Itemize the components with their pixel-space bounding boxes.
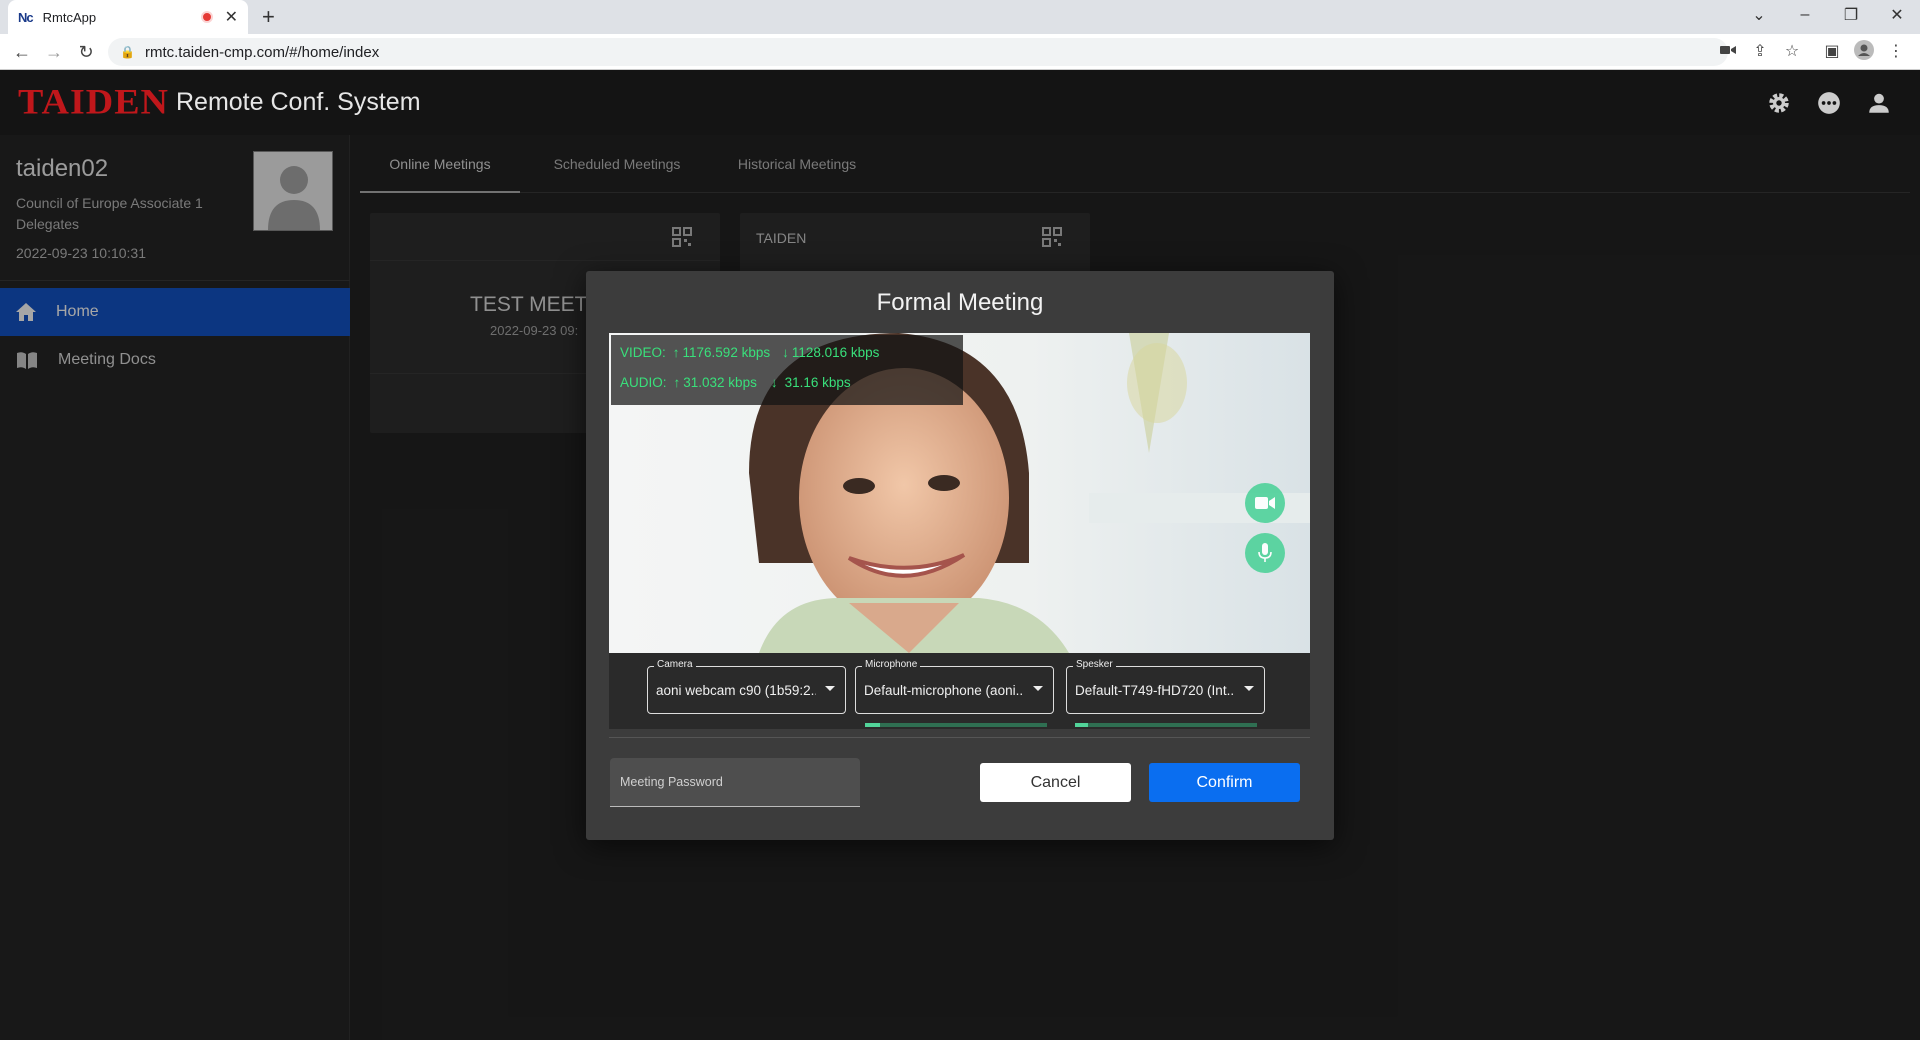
- browser-menu-icon[interactable]: ⋮: [1884, 40, 1908, 64]
- camera-select-value: aoni webcam c90 (1b59:2...: [656, 683, 816, 698]
- confirm-button[interactable]: Confirm: [1149, 763, 1300, 802]
- speaker-level-meter: [1075, 723, 1257, 727]
- microphone-select[interactable]: Microphone Default-microphone (aoni...: [855, 659, 1054, 714]
- back-arrow-icon[interactable]: ←: [10, 40, 34, 64]
- video-preview: VIDEO: ↑ 1176.592 kbps ↓ 1128.016 kbps AUDIO…: [609, 333, 1310, 653]
- toggle-camera-button[interactable]: [1245, 483, 1285, 523]
- video-stats-label: VIDEO:: [620, 345, 666, 360]
- url-text: rmtc.taiden-cmp.com/#/home/index: [144, 43, 380, 61]
- camera-in-use-icon[interactable]: [1716, 40, 1740, 64]
- upload-arrow-icon: ↑: [673, 375, 681, 390]
- browser-tab-title: RmtcApp: [42, 9, 97, 25]
- microphone-level-fill: [865, 723, 880, 727]
- side-panel-icon[interactable]: ▣: [1820, 40, 1844, 64]
- video-upload-rate: 1176.592 kbps: [682, 345, 771, 360]
- chevron-down-icon: [825, 686, 835, 691]
- more-options-icon[interactable]: [1816, 90, 1842, 116]
- video-download-rate: 1128.016 kbps: [791, 345, 880, 360]
- speaker-select-value: Default-T749-fHD720 (Int...: [1075, 683, 1235, 698]
- browser-address-bar: ← → ↻ 🔒 rmtc.taiden-cmp.com/#/home/index…: [0, 34, 1920, 70]
- speaker-select[interactable]: Spesker Default-T749-fHD720 (Int...: [1066, 659, 1265, 714]
- share-icon[interactable]: ⇪: [1748, 40, 1772, 64]
- profile-icon[interactable]: [1852, 40, 1876, 68]
- microphone-icon: [1258, 543, 1272, 562]
- tab-search-chevron-icon[interactable]: ⌄: [1736, 0, 1782, 30]
- user-account-icon[interactable]: [1866, 90, 1892, 116]
- speaker-select-label: Spesker: [1073, 659, 1116, 670]
- microphone-select-value: Default-microphone (aoni...: [864, 683, 1024, 698]
- favicon-icon: Nc: [18, 9, 34, 25]
- download-arrow-icon: ↓: [770, 375, 778, 390]
- camera-select-label: Camera: [654, 659, 696, 670]
- restore-window-button[interactable]: ❐: [1828, 0, 1874, 30]
- formal-meeting-dialog: Formal Meeting VIDEO: ↑ 1176.592 kbps ↓ …: [586, 271, 1334, 840]
- lock-icon: 🔒: [120, 45, 135, 59]
- taiden-logo: TAIDEN: [18, 82, 169, 122]
- browser-tab-bar: Nc RmtcApp ✕ + ⌄ – ❐ ✕: [0, 0, 1920, 34]
- audio-stats-row: AUDIO: ↑ 31.032 kbps ↓ 31.16 kbps: [620, 373, 851, 393]
- forward-arrow-icon[interactable]: →: [42, 40, 66, 64]
- close-tab-icon[interactable]: ✕: [225, 7, 238, 27]
- upload-arrow-icon: ↑: [672, 345, 680, 360]
- url-input[interactable]: 🔒 rmtc.taiden-cmp.com/#/home/index: [108, 38, 1728, 66]
- dialog-divider: [609, 737, 1310, 738]
- video-stats-row: VIDEO: ↑ 1176.592 kbps ↓ 1128.016 kbps: [620, 343, 879, 363]
- meeting-password-input[interactable]: Meeting Password: [610, 758, 860, 807]
- app-title: Remote Conf. System: [176, 88, 421, 116]
- microphone-select-label: Microphone: [862, 659, 921, 670]
- meeting-password-placeholder: Meeting Password: [620, 775, 723, 789]
- minimize-window-button[interactable]: –: [1782, 0, 1828, 30]
- microphone-level-meter: [865, 723, 1047, 727]
- download-arrow-icon: ↓: [782, 345, 789, 360]
- close-window-button[interactable]: ✕: [1874, 0, 1920, 30]
- app-header: TAIDEN Remote Conf. System: [0, 70, 1920, 135]
- recording-indicator-icon: [200, 11, 213, 23]
- speaker-level-fill: [1075, 723, 1088, 727]
- settings-gear-icon[interactable]: [1766, 90, 1792, 116]
- network-stats-panel: VIDEO: ↑ 1176.592 kbps ↓ 1128.016 kbps AUDIO…: [611, 335, 963, 405]
- audio-download-rate: 31.16 kbps: [784, 375, 851, 390]
- video-camera-icon: [1255, 497, 1275, 509]
- audio-upload-rate: 31.032 kbps: [683, 375, 757, 390]
- audio-stats-label: AUDIO:: [620, 375, 667, 390]
- cancel-button[interactable]: Cancel: [980, 763, 1131, 802]
- camera-select[interactable]: Camera aoni webcam c90 (1b59:2...: [647, 659, 846, 714]
- chevron-down-icon: [1244, 686, 1254, 691]
- toggle-microphone-button[interactable]: [1245, 533, 1285, 573]
- new-tab-button[interactable]: +: [262, 4, 275, 30]
- device-selection-bar: Camera aoni webcam c90 (1b59:2... Microp…: [609, 653, 1310, 729]
- chevron-down-icon: [1033, 686, 1043, 691]
- reload-icon[interactable]: ↻: [74, 40, 98, 64]
- dialog-title: Formal Meeting: [876, 289, 1044, 316]
- browser-tab[interactable]: Nc RmtcApp ✕: [8, 0, 248, 34]
- bookmark-star-icon[interactable]: ☆: [1780, 40, 1804, 64]
